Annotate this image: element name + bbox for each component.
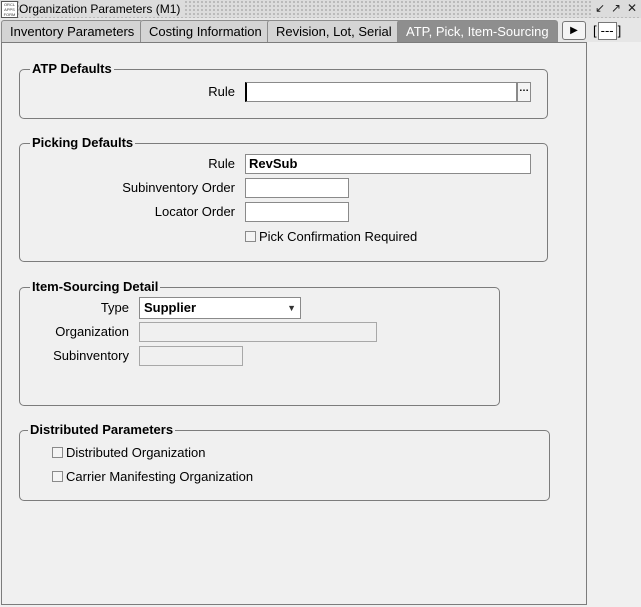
subinventory-order-label: Subinventory Order [122,180,235,195]
picking-rule-field[interactable]: RevSub [245,154,531,174]
atp-rule-field[interactable] [245,82,517,102]
window-title: Organization Parameters (M1) [19,1,185,17]
sourcing-subinventory-field [139,346,243,366]
maximize-icon[interactable]: ↗ [609,1,623,16]
picking-defaults-legend: Picking Defaults [30,135,136,151]
tab-atp-pick-item-sourcing[interactable]: ATP, Pick, Item-Sourcing [397,20,558,43]
carrier-manifesting-box[interactable] [52,471,63,482]
sourcing-organization-field [139,322,377,342]
oracle-app-icon: ORCL APPS FORM [1,1,18,18]
tab-list-value[interactable]: --- [597,22,617,40]
tab-content-panel: ATP Defaults Rule … Picking Defaults Rul… [1,42,587,605]
distributed-parameters-legend: Distributed Parameters [28,422,176,438]
carrier-manifesting-label: Carrier Manifesting Organization [66,469,254,484]
atp-rule-lov-button[interactable]: … [517,82,531,102]
locator-order-field[interactable] [245,202,349,222]
atp-rule-label: Rule [208,84,235,99]
tab-inventory-parameters[interactable]: Inventory Parameters [1,20,144,43]
item-sourcing-legend: Item-Sourcing Detail [30,279,161,295]
carrier-manifesting-checkbox[interactable]: Carrier Manifesting Organization [52,469,253,485]
pick-confirmation-checkbox[interactable]: Pick Confirmation Required [245,229,417,245]
tab-list-bracket-left: [ [593,23,597,38]
tab-list-bracket-right: ] [617,23,622,38]
distributed-organization-box[interactable] [52,447,63,458]
sourcing-type-value: Supplier [144,300,197,315]
close-icon[interactable]: ✕ [625,1,639,16]
pick-confirmation-box[interactable] [245,231,256,242]
tab-list-selector[interactable]: [---] [593,21,621,41]
pick-confirmation-label: Pick Confirmation Required [259,229,418,244]
subinventory-order-field[interactable] [245,178,349,198]
sourcing-type-label: Type [100,300,129,315]
distributed-organization-label: Distributed Organization [66,445,206,460]
picking-rule-label: Rule [208,156,235,171]
atp-defaults-legend: ATP Defaults [30,61,114,77]
sourcing-type-select[interactable]: Supplier ▼ [139,297,301,319]
sourcing-subinventory-label: Subinventory [53,348,129,363]
tab-scroll-right-icon[interactable]: ▶ [562,21,586,40]
chevron-down-icon[interactable]: ▼ [287,298,296,318]
distributed-organization-checkbox[interactable]: Distributed Organization [52,445,205,461]
tab-revision-lot-serial[interactable]: Revision, Lot, Serial [267,20,401,43]
locator-order-label: Locator Order [154,204,235,219]
tab-costing-information[interactable]: Costing Information [140,20,271,43]
distributed-parameters-group: Distributed Parameters [19,422,550,501]
sourcing-organization-label: Organization [55,324,129,339]
minimize-icon[interactable]: ↙ [593,1,607,16]
window-background [587,42,641,607]
